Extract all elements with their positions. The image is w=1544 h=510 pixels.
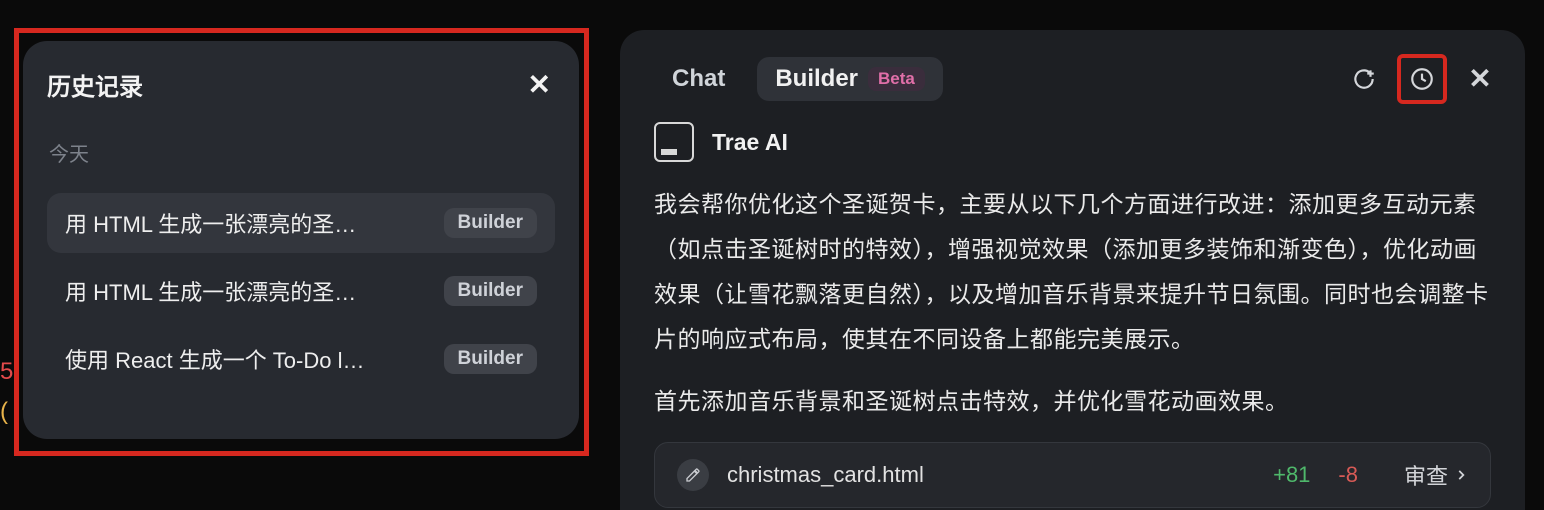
ai-identity-row: Trae AI [620,122,1525,182]
tab-builder[interactable]: Builder Beta [757,57,943,101]
chat-body: 我会帮你优化这个圣诞贺卡，主要从以下几个方面进行改进：添加更多互动元素（如点击圣… [620,182,1525,424]
history-item-title: 使用 React 生成一个 To-Do l… [65,343,432,375]
header-icons: ✕ [1347,54,1497,104]
editor-bleed-text: ( [0,398,8,426]
new-chat-icon[interactable] [1347,62,1381,96]
avatar-glyph [661,149,677,155]
diff-additions: +81 [1273,462,1310,488]
history-panel-highlight: 历史记录 ✕ 今天 用 HTML 生成一张漂亮的圣… Builder 用 HTM… [14,28,589,456]
history-item[interactable]: 使用 React 生成一个 To-Do l… Builder [47,329,555,389]
close-icon[interactable]: ✕ [1463,62,1497,96]
tab-builder-label: Builder [775,65,858,93]
history-group-label: 今天 [47,138,555,167]
file-diff-block[interactable]: christmas_card.html +81 -8 审查 [654,442,1491,508]
pencil-icon [677,459,709,491]
history-item-title: 用 HTML 生成一张漂亮的圣… [65,207,432,239]
history-panel: 历史记录 ✕ 今天 用 HTML 生成一张漂亮的圣… Builder 用 HTM… [23,41,579,439]
history-item[interactable]: 用 HTML 生成一张漂亮的圣… Builder [47,261,555,321]
history-item-title: 用 HTML 生成一张漂亮的圣… [65,275,432,307]
history-header: 历史记录 ✕ [47,67,555,102]
history-title: 历史记录 [47,67,143,102]
avatar [654,122,694,162]
history-item[interactable]: 用 HTML 生成一张漂亮的圣… Builder [47,193,555,253]
tab-chat[interactable]: Chat [654,57,743,101]
chat-panel: Chat Builder Beta ✕ [620,30,1525,510]
chat-paragraph: 我会帮你优化这个圣诞贺卡，主要从以下几个方面进行改进：添加更多互动元素（如点击圣… [654,182,1491,361]
history-item-badge: Builder [444,276,537,306]
history-item-badge: Builder [444,344,537,374]
chat-header: Chat Builder Beta ✕ [620,30,1525,122]
file-name: christmas_card.html [727,462,924,488]
review-button[interactable]: 审查 [1404,459,1468,491]
history-icon[interactable] [1397,54,1447,104]
close-icon[interactable]: ✕ [524,71,555,99]
ai-name: Trae AI [712,129,788,156]
review-button-label: 审查 [1404,459,1448,491]
chat-paragraph: 首先添加音乐背景和圣诞树点击特效，并优化雪花动画效果。 [654,379,1491,424]
chevron-right-icon [1454,468,1468,482]
diff-deletions: -8 [1338,462,1358,488]
editor-bleed-text: 5 [0,358,13,386]
beta-badge: Beta [868,67,925,91]
history-item-badge: Builder [444,208,537,238]
